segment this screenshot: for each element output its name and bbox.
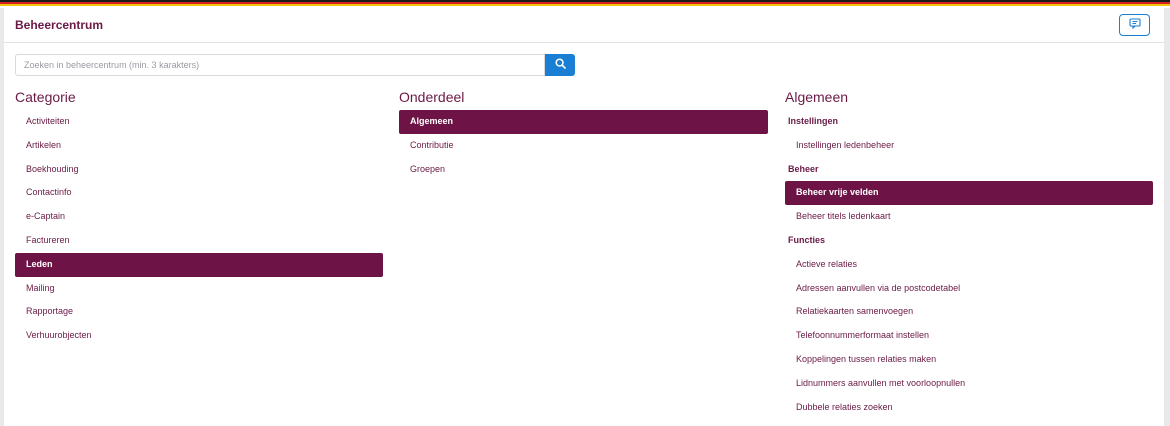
categorie-item[interactable]: Rapportage [15, 300, 383, 324]
flag-stripe [0, 0, 1170, 8]
algemeen-item[interactable]: Telefoonnummerformaat instellen [785, 324, 1153, 348]
categorie-item[interactable]: Artikelen [15, 134, 383, 158]
categorie-title: Categorie [15, 89, 76, 105]
search-icon [554, 56, 566, 74]
admin-panel: Beheercentrum Categorie [4, 8, 1164, 426]
panel-header: Beheercentrum [4, 8, 1164, 43]
onderdeel-item[interactable]: Groepen [399, 158, 768, 182]
categorie-item[interactable]: Leden [15, 252, 383, 277]
categorie-item[interactable]: Contactinfo [15, 181, 383, 205]
feedback-button[interactable] [1119, 14, 1150, 36]
algemeen-list: Instellingen Instellingen ledenbeheer Behe… [785, 110, 1153, 419]
algemeen-item[interactable]: Actieve relaties [785, 253, 1153, 277]
algemeen-item[interactable]: Instellingen ledenbeheer [785, 134, 1153, 158]
onderdeel-column: Onderdeel Algemeen Contributie Groepen [399, 88, 768, 181]
search-bar [15, 54, 575, 76]
categorie-item[interactable]: Boekhouding [15, 158, 383, 182]
categorie-item[interactable]: Activiteiten [15, 110, 383, 134]
search-button[interactable] [545, 54, 575, 76]
onderdeel-item[interactable]: Contributie [399, 134, 768, 158]
section-heading: Instellingen [788, 116, 839, 126]
algemeen-item[interactable]: Adressen aanvullen via de postcodetabel [785, 277, 1153, 301]
search-input[interactable] [15, 54, 545, 76]
section-heading: Beheer [788, 163, 819, 174]
categorie-item[interactable]: Mailing [15, 277, 383, 301]
page-title: Beheercentrum [15, 18, 104, 32]
algemeen-item[interactable]: Koppelingen tussen relaties maken [785, 348, 1153, 372]
categorie-item[interactable]: Verhuurobjecten [15, 324, 383, 348]
algemeen-item[interactable]: Relatiekaarten samenvoegen [785, 300, 1153, 324]
onderdeel-title: Onderdeel [399, 89, 465, 105]
algemeen-item[interactable]: Beheer titels ledenkaart [785, 205, 1153, 229]
algemeen-item[interactable]: Beheer vrije velden [785, 181, 1153, 206]
chat-icon [1128, 16, 1141, 34]
algemeen-item[interactable]: Lidnummers aanvullen met voorloopnullen [785, 372, 1153, 396]
onderdeel-item[interactable]: Algemeen [399, 110, 768, 134]
categorie-column: Categorie Activiteiten Artikelen Boekhoudi… [15, 88, 383, 348]
algemeen-item[interactable]: Dubbele relaties zoeken [785, 396, 1153, 420]
onderdeel-list: Algemeen Contributie Groepen [399, 110, 768, 181]
algemeen-title: Algemeen [785, 89, 849, 105]
categorie-item[interactable]: Factureren [15, 229, 383, 253]
categorie-list: Activiteiten Artikelen Boekhouding Contacti… [15, 110, 383, 348]
categorie-item[interactable]: e-Captain [15, 205, 383, 229]
section-heading: Functies [788, 234, 826, 245]
algemeen-column: Algemeen Instellingen Instellingen ledenb… [785, 88, 1153, 419]
